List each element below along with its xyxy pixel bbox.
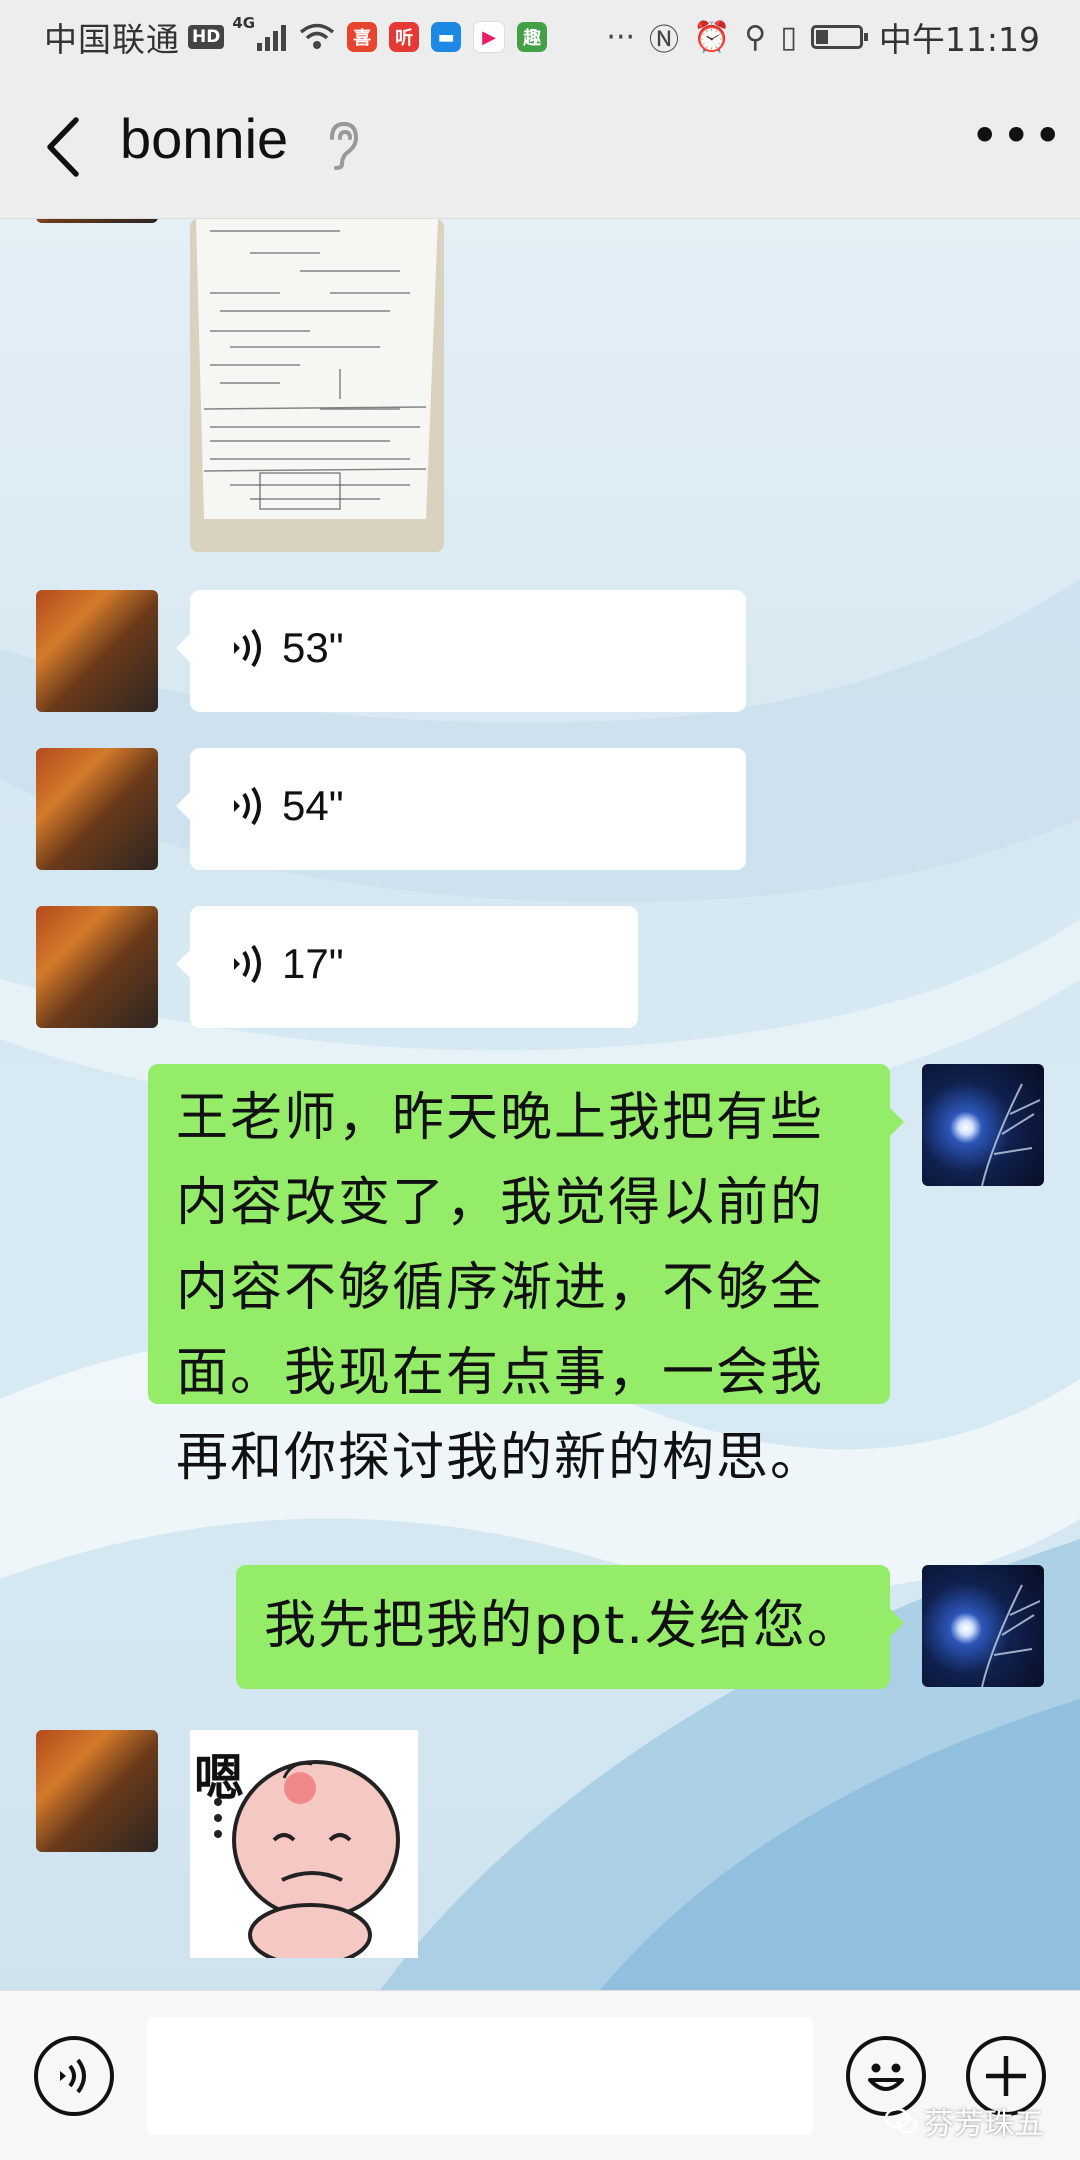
chat-title: bonnie bbox=[120, 107, 289, 170]
voice-duration: 54" bbox=[282, 782, 344, 829]
video-app-icon: ▶ bbox=[473, 21, 506, 53]
voice-wave-icon bbox=[234, 628, 261, 668]
message-text: 我先把我的ppt.发给您。 bbox=[264, 1596, 861, 1656]
contact-avatar[interactable] bbox=[36, 906, 158, 1028]
image-message[interactable] bbox=[190, 219, 444, 552]
chat-header: bonnie ••• bbox=[0, 76, 1080, 219]
message-text: 王老师，昨天晚上我把有些内容改变了，我觉得以前的内容不够循序渐进，不够全面。我现… bbox=[176, 1088, 825, 1488]
signal-icon bbox=[257, 23, 289, 51]
input-bar: 芬芳珠五 bbox=[0, 1990, 1080, 2160]
carrier-name: 中国联通 bbox=[44, 20, 180, 59]
hd-badge: HD bbox=[188, 25, 225, 49]
voice-message[interactable]: 53" bbox=[176, 590, 746, 712]
my-avatar[interactable] bbox=[922, 1064, 1044, 1186]
moon-tree-image bbox=[981, 1083, 1041, 1186]
my-avatar[interactable] bbox=[922, 1565, 1044, 1687]
app-icon-1: 喜 bbox=[347, 22, 378, 52]
more-options-button[interactable]: ••• bbox=[970, 111, 1062, 176]
voice-icon bbox=[60, 2058, 86, 2094]
app-icon-5: 趣 bbox=[517, 22, 548, 52]
network-type: 4G bbox=[232, 14, 256, 32]
contact-avatar[interactable] bbox=[36, 1730, 158, 1852]
vibrate-icon: ▯ bbox=[780, 19, 797, 55]
voice-duration: 53" bbox=[282, 624, 344, 671]
contact-avatar[interactable] bbox=[36, 590, 158, 712]
clock: 中午11:19 bbox=[878, 20, 1040, 59]
moon-tree-image bbox=[981, 1584, 1041, 1687]
voice-message[interactable]: 17" bbox=[176, 906, 638, 1028]
chat-messages[interactable]: 53" 54" 17" 王老师，昨天晚上我把有些内容改变了，我觉得以前的内容不够… bbox=[0, 219, 1080, 1990]
chat-app-icon: ▬ bbox=[431, 22, 462, 52]
app-icon-2: 听 bbox=[389, 22, 420, 52]
handwritten-notes-image bbox=[190, 219, 444, 552]
contact-avatar[interactable] bbox=[36, 748, 158, 870]
watermark-text: 芬芳珠五 bbox=[924, 2107, 1044, 2142]
text-message-sent[interactable]: 王老师，昨天晚上我把有些内容改变了，我觉得以前的内容不够循序渐进，不够全面。我现… bbox=[148, 1064, 904, 1488]
voice-wave-icon bbox=[234, 786, 261, 826]
text-message-sent[interactable]: 我先把我的ppt.发给您。 bbox=[236, 1565, 904, 1689]
wifi-icon bbox=[299, 23, 335, 49]
battery-icon bbox=[810, 25, 868, 49]
voice-input-button[interactable] bbox=[34, 2036, 114, 2116]
watermark: 芬芳珠五 bbox=[884, 2099, 1044, 2143]
sticker-caption: 嗯 bbox=[194, 1749, 244, 1807]
sticker-message[interactable]: 嗯 bbox=[190, 1730, 418, 1958]
wechat-logo-icon bbox=[884, 2107, 918, 2134]
back-arrow-icon[interactable] bbox=[34, 112, 94, 182]
contact-avatar[interactable] bbox=[36, 219, 158, 223]
voice-wave-icon bbox=[234, 944, 261, 984]
message-input[interactable] bbox=[146, 2017, 814, 2135]
nfc-icon: Ⓝ bbox=[649, 23, 680, 58]
voice-message[interactable]: 54" bbox=[176, 748, 746, 870]
voice-duration: 17" bbox=[282, 940, 344, 987]
more-notifications-icon: ··· bbox=[606, 19, 636, 55]
location-icon: ⚲ bbox=[744, 19, 767, 55]
ear-icon bbox=[330, 121, 359, 170]
alarm-icon: ⏰ bbox=[693, 19, 731, 55]
status-bar: 中国联通 HD 4G 喜 听 ▬ ▶ 趣 ··· Ⓝ ⏰ ⚲ ▯ 中午11:19 bbox=[0, 0, 1080, 76]
